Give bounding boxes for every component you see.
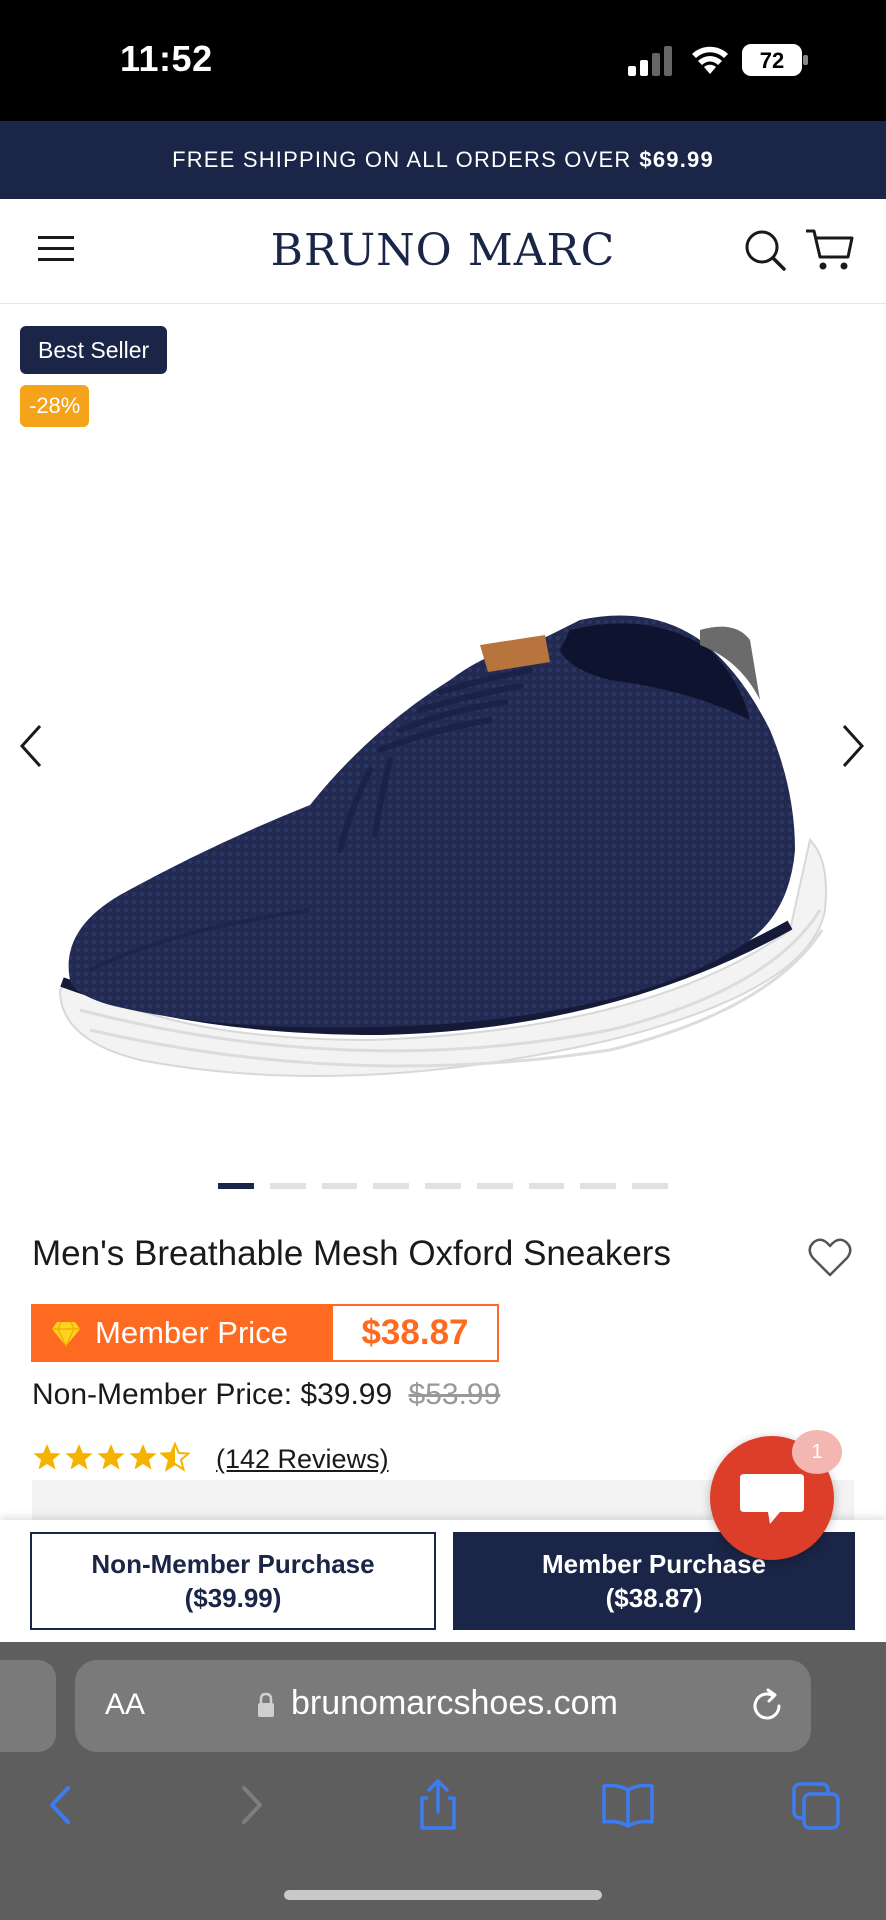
star-icon bbox=[33, 1444, 61, 1470]
member-price-value: $38.87 bbox=[361, 1313, 469, 1352]
back-arrow-icon[interactable] bbox=[30, 1778, 90, 1832]
member-price-box: Member Price $38.87 bbox=[31, 1304, 499, 1362]
diamond-icon bbox=[52, 1321, 80, 1348]
url-text[interactable]: brunomarcshoes.com bbox=[291, 1684, 618, 1723]
non-member-purchase-label: Non-Member Purchase bbox=[91, 1549, 375, 1579]
carousel-dot[interactable] bbox=[373, 1183, 410, 1189]
clock: 11:52 bbox=[120, 38, 213, 79]
cellular-signal-icon bbox=[628, 46, 672, 76]
member-price-label-box: Member Price bbox=[33, 1306, 333, 1360]
carousel-dot[interactable] bbox=[218, 1183, 254, 1189]
wifi-icon bbox=[692, 46, 728, 74]
carousel-dot[interactable] bbox=[425, 1183, 461, 1189]
non-member-purchase-price: ($39.99) bbox=[184, 1583, 282, 1613]
carousel-dot[interactable] bbox=[321, 1183, 358, 1189]
reader-text-size-button[interactable]: AA bbox=[105, 1688, 145, 1722]
chevron-left-icon[interactable] bbox=[10, 716, 50, 776]
reload-icon[interactable] bbox=[747, 1686, 787, 1726]
promo-amount: $69.99 bbox=[639, 147, 714, 172]
bookmarks-icon[interactable] bbox=[598, 1778, 658, 1832]
carousel-indicator bbox=[218, 1183, 669, 1191]
rating-stars[interactable] bbox=[32, 1442, 190, 1472]
member-price-label: Member Price bbox=[95, 1315, 288, 1350]
previous-tab-peek[interactable] bbox=[0, 1660, 56, 1752]
share-icon[interactable] bbox=[408, 1778, 468, 1832]
search-icon[interactable] bbox=[744, 229, 786, 271]
product-image bbox=[58, 615, 827, 1077]
address-bar[interactable]: AA brunomarcshoes.com bbox=[75, 1660, 811, 1752]
heart-icon[interactable] bbox=[808, 1238, 852, 1278]
carousel-dot[interactable] bbox=[269, 1183, 306, 1189]
non-member-price-label: Non-Member Price: $39.99 bbox=[32, 1378, 393, 1411]
member-purchase-price: ($38.87) bbox=[605, 1583, 703, 1613]
promo-text: FREE SHIPPING ON ALL ORDERS OVER bbox=[172, 147, 632, 172]
product-title: Men's Breathable Mesh Oxford Sneakers bbox=[32, 1234, 671, 1273]
chevron-right-icon[interactable] bbox=[834, 716, 874, 776]
carousel-dot[interactable] bbox=[476, 1183, 513, 1189]
chat-notification-badge: 1 bbox=[792, 1430, 842, 1474]
best-seller-badge: Best Seller bbox=[20, 326, 168, 374]
carousel-dot[interactable] bbox=[580, 1183, 617, 1189]
star-icon bbox=[65, 1444, 93, 1470]
non-member-price: Non-Member Price: $39.99 $53.99 bbox=[32, 1378, 500, 1412]
half-star-icon bbox=[160, 1442, 190, 1472]
battery-icon: 72 bbox=[742, 44, 808, 76]
carousel-dot[interactable] bbox=[528, 1183, 565, 1189]
home-indicator[interactable] bbox=[284, 1890, 602, 1900]
non-member-purchase-button[interactable]: Non-Member Purchase ($39.99) bbox=[30, 1532, 436, 1630]
carousel-dot[interactable] bbox=[632, 1183, 669, 1189]
original-price: $53.99 bbox=[408, 1378, 501, 1411]
discount-badge: -28% bbox=[20, 385, 90, 427]
forward-arrow-icon[interactable] bbox=[222, 1778, 282, 1832]
promo-banner: FREE SHIPPING ON ALL ORDERS OVER $69.99 bbox=[0, 121, 886, 199]
reviews-link[interactable]: (142 Reviews) bbox=[216, 1444, 389, 1475]
lock-icon bbox=[258, 1692, 274, 1717]
site-header: BRUNO MARC bbox=[0, 199, 886, 304]
star-icon bbox=[129, 1444, 157, 1470]
cart-icon[interactable] bbox=[804, 227, 854, 273]
tabs-icon[interactable] bbox=[786, 1778, 846, 1832]
star-icon bbox=[97, 1444, 125, 1470]
status-bar: 11:52 72 bbox=[0, 0, 886, 121]
battery-level: 72 bbox=[760, 48, 784, 73]
